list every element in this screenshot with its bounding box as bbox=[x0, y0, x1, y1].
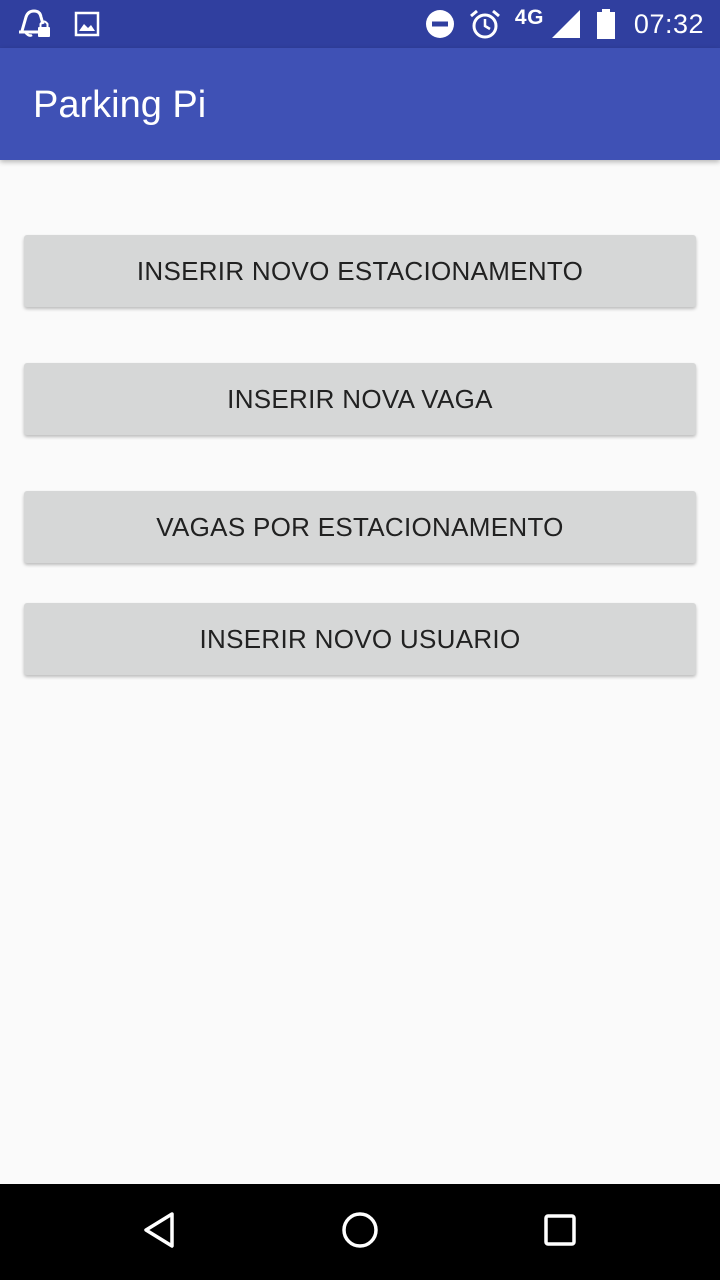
home-circle-icon bbox=[340, 1210, 380, 1255]
do-not-disturb-icon bbox=[425, 9, 455, 39]
main-content: INSERIR NOVO ESTACIONAMENTO INSERIR NOVA… bbox=[0, 160, 720, 1184]
home-button[interactable] bbox=[336, 1208, 384, 1256]
status-bar: 4G 07:32 bbox=[0, 0, 720, 48]
image-icon bbox=[74, 11, 100, 37]
notification-bell-lock-icon bbox=[16, 7, 52, 41]
insert-new-spot-button[interactable]: INSERIR NOVA VAGA bbox=[24, 363, 696, 435]
alarm-icon bbox=[469, 8, 501, 40]
back-triangle-icon bbox=[140, 1210, 180, 1255]
insert-new-user-button[interactable]: INSERIR NOVO USUARIO bbox=[24, 603, 696, 675]
signal-icon bbox=[550, 8, 582, 40]
app-title: Parking Pi bbox=[33, 84, 207, 126]
insert-new-parking-lot-button[interactable]: INSERIR NOVO ESTACIONAMENTO bbox=[24, 235, 696, 307]
status-left-icons bbox=[16, 6, 100, 42]
status-clock: 07:32 bbox=[633, 8, 704, 39]
back-button[interactable] bbox=[136, 1208, 184, 1256]
network-type-label: 4G bbox=[514, 6, 544, 29]
navigation-bar bbox=[0, 1184, 720, 1280]
status-right-icons: 4G 07:32 bbox=[425, 0, 704, 48]
battery-icon bbox=[596, 9, 616, 39]
app-bar: Parking Pi bbox=[0, 48, 720, 160]
recents-button[interactable] bbox=[536, 1208, 584, 1256]
spots-by-parking-lot-button[interactable]: VAGAS POR ESTACIONAMENTO bbox=[24, 491, 696, 563]
recents-square-icon bbox=[540, 1210, 580, 1255]
